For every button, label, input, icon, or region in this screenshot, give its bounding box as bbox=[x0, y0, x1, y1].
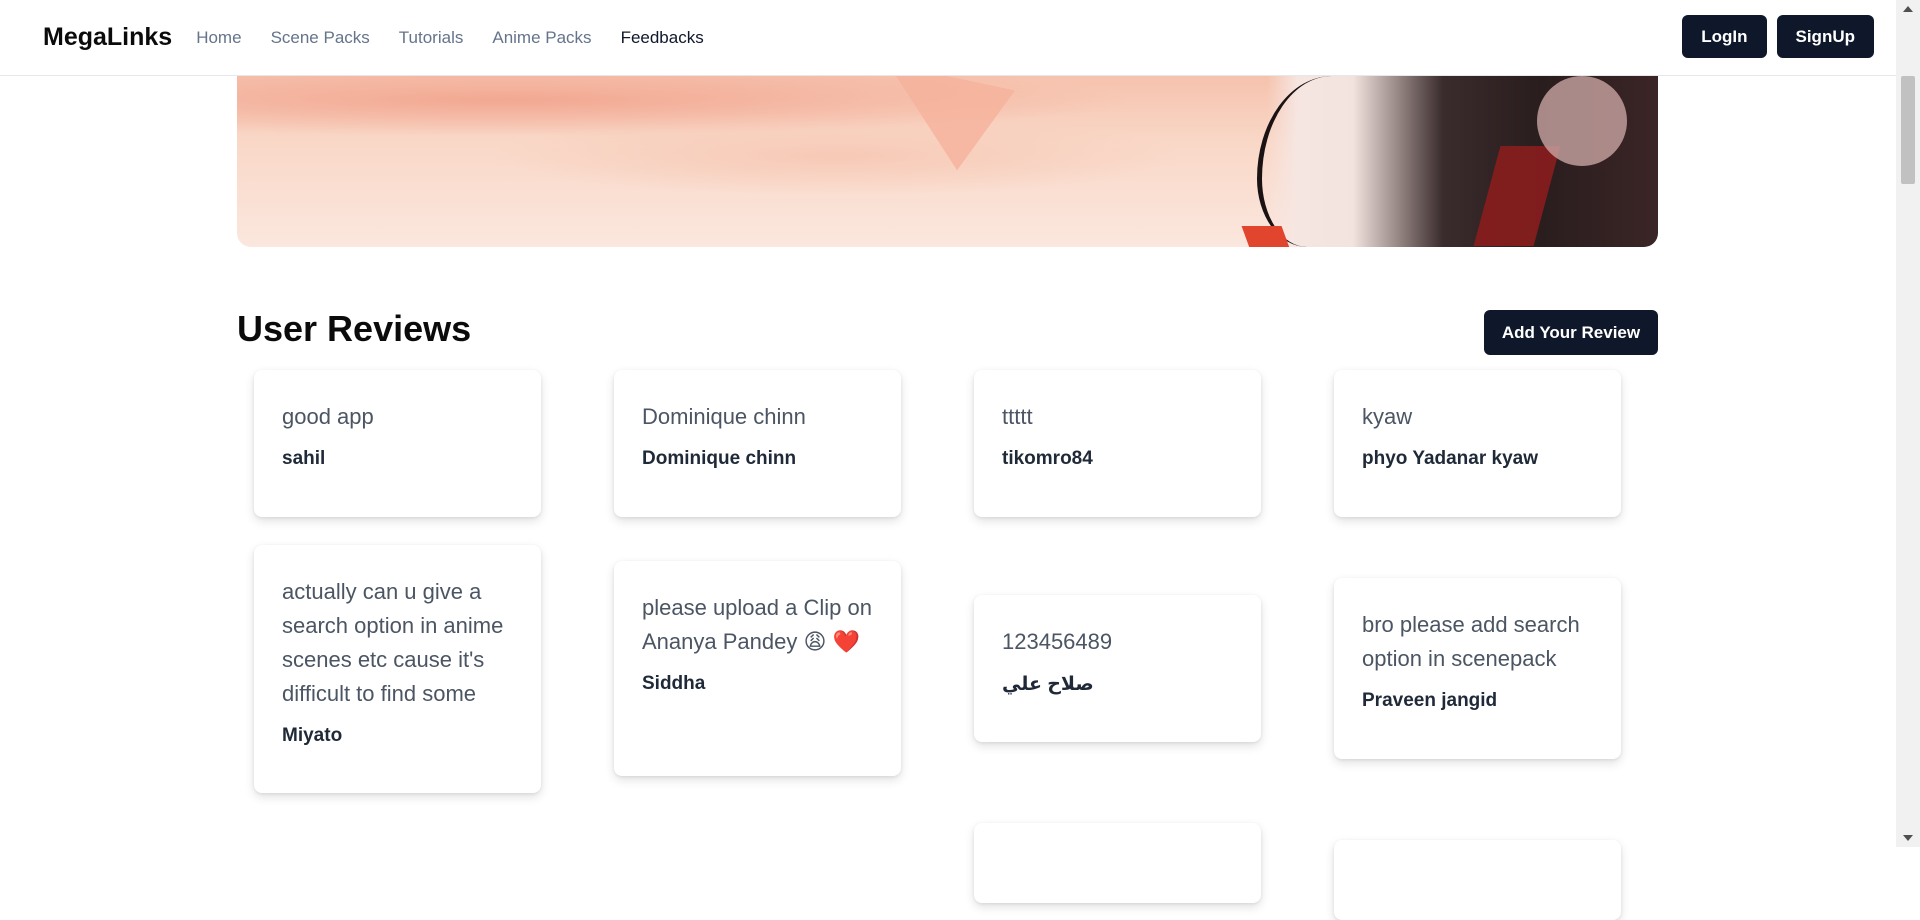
add-review-button[interactable]: Add Your Review bbox=[1484, 310, 1658, 355]
section-title: User Reviews bbox=[237, 308, 472, 349]
review-message: ttttt bbox=[1002, 404, 1033, 429]
review-message: 123456489 bbox=[1002, 629, 1113, 654]
nav-scene-packs[interactable]: Scene Packs bbox=[271, 28, 370, 48]
login-button[interactable]: LogIn bbox=[1682, 15, 1767, 58]
nav-feedbacks[interactable]: Feedbacks bbox=[621, 28, 704, 48]
review-card: Dominique chinn Dominique chinn bbox=[614, 370, 901, 517]
review-message: good app bbox=[282, 404, 374, 429]
review-message: kyaw bbox=[1362, 404, 1413, 429]
review-message: Dominique chinn bbox=[642, 404, 806, 429]
scrollbar-thumb[interactable] bbox=[1901, 76, 1915, 184]
review-message: bro please add search option in scenepac… bbox=[1362, 612, 1580, 671]
review-author: Miyato bbox=[282, 725, 343, 746]
scroll-down-icon[interactable] bbox=[1903, 835, 1913, 841]
nav-home[interactable]: Home bbox=[196, 28, 241, 48]
scroll-up-icon[interactable] bbox=[1903, 6, 1913, 12]
review-author: صلاح علي bbox=[1002, 674, 1094, 695]
signup-button[interactable]: SignUp bbox=[1776, 15, 1874, 58]
review-card: kyaw phyo Yadanar kyaw bbox=[1334, 370, 1621, 517]
review-author: Dominique chinn bbox=[642, 448, 797, 469]
review-author: tikomro84 bbox=[1002, 448, 1093, 469]
hero-banner-image bbox=[237, 76, 1658, 247]
top-navbar: MegaLinks Home Scene Packs Tutorials Ani… bbox=[0, 0, 1896, 76]
review-author: sahil bbox=[282, 448, 326, 469]
brand-logo[interactable]: MegaLinks bbox=[43, 23, 172, 52]
review-card: 123456489 صلاح علي bbox=[974, 595, 1261, 742]
page-scrollbar[interactable] bbox=[1896, 0, 1920, 847]
main-nav: Home Scene Packs Tutorials Anime Packs F… bbox=[196, 28, 733, 48]
review-card bbox=[1334, 840, 1621, 920]
review-author: Siddha bbox=[642, 673, 706, 694]
review-message: actually can u give a search option in a… bbox=[282, 579, 504, 706]
nav-tutorials[interactable]: Tutorials bbox=[399, 28, 464, 48]
review-card: please upload a Clip on Ananya Pandey 😩 … bbox=[614, 561, 901, 776]
nav-anime-packs[interactable]: Anime Packs bbox=[492, 28, 591, 48]
review-author: Praveen jangid bbox=[1362, 690, 1498, 711]
review-card: ttttt tikomro84 bbox=[974, 370, 1261, 517]
review-card bbox=[974, 823, 1261, 903]
review-author: phyo Yadanar kyaw bbox=[1362, 448, 1539, 469]
review-card: bro please add search option in scenepac… bbox=[1334, 578, 1621, 759]
review-card: good app sahil bbox=[254, 370, 541, 517]
auth-buttons: LogIn SignUp bbox=[1682, 15, 1874, 58]
review-card: actually can u give a search option in a… bbox=[254, 545, 541, 793]
review-message: please upload a Clip on Ananya Pandey 😩 … bbox=[642, 595, 872, 654]
